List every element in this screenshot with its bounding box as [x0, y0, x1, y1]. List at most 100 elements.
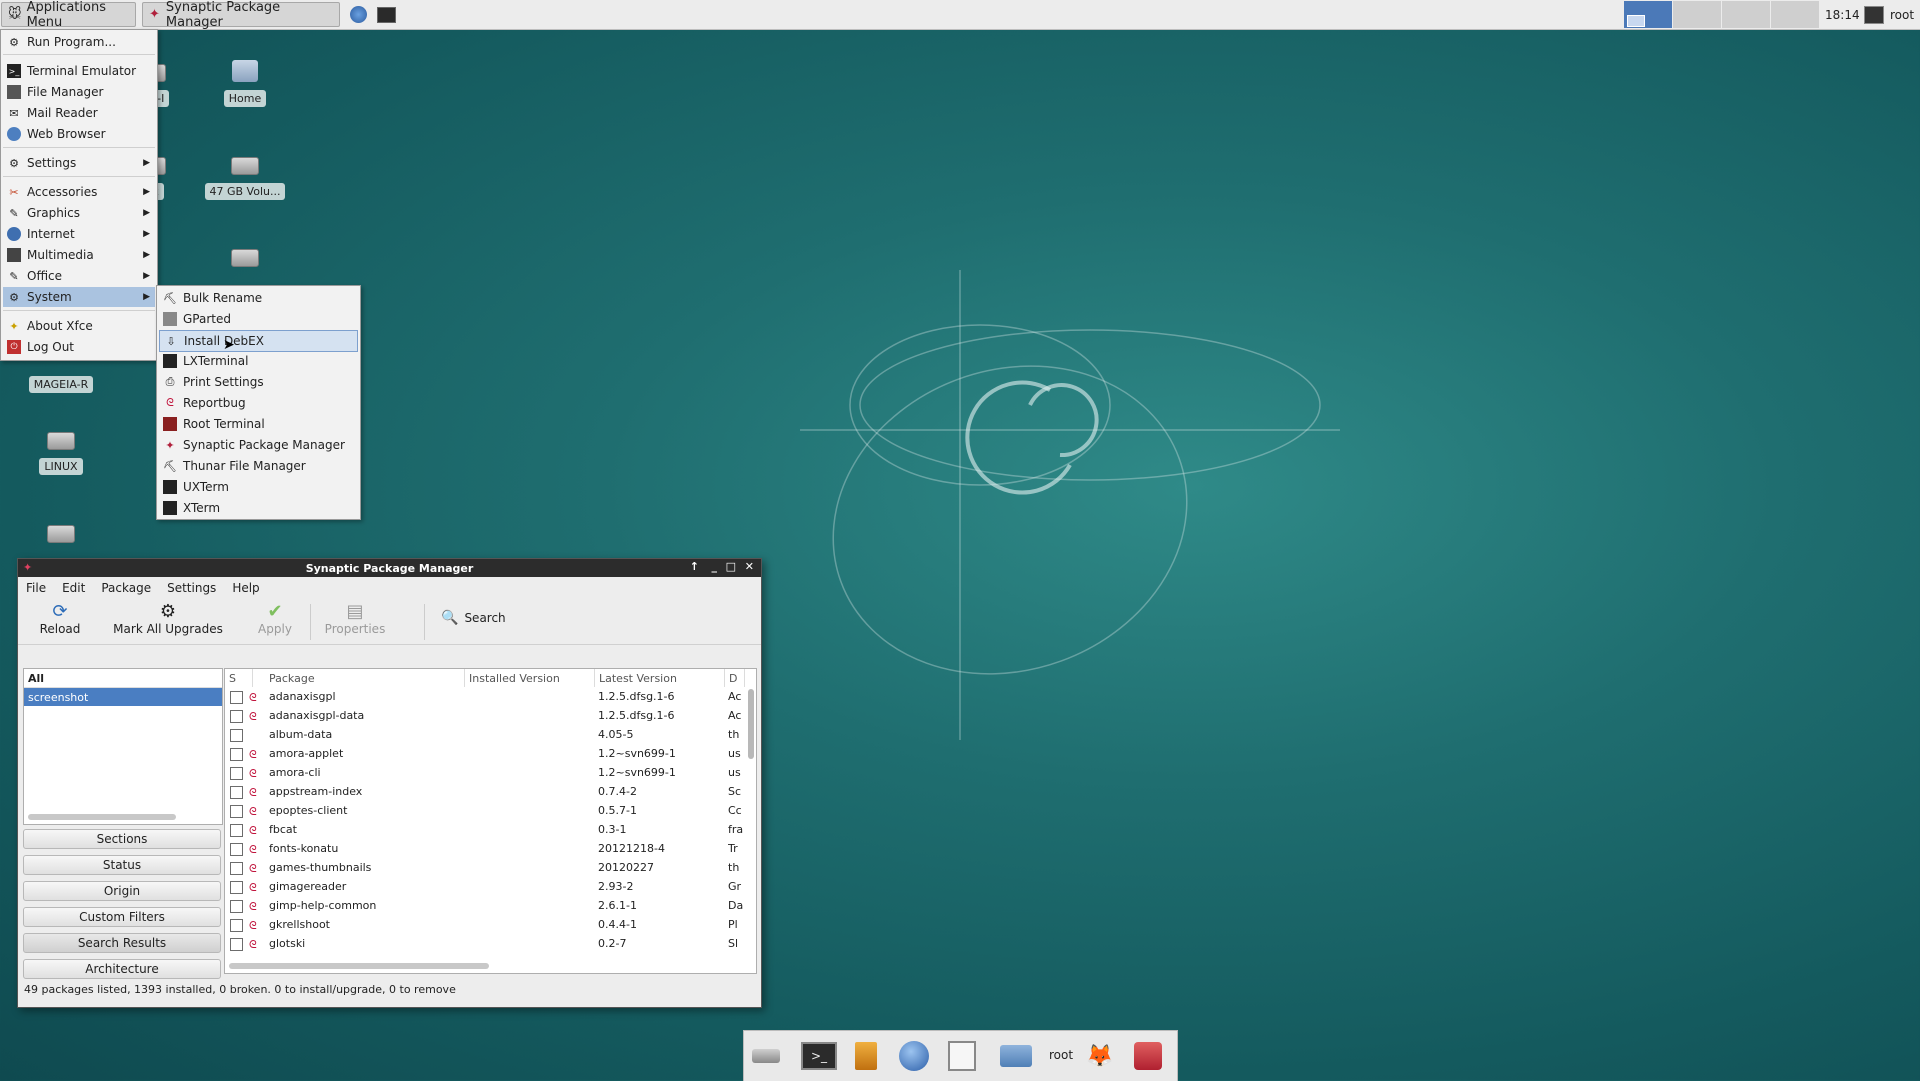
table-row[interactable]: album-data 4.05-5 th: [225, 726, 745, 745]
menu-help[interactable]: Help: [232, 581, 259, 595]
window-maximize-icon[interactable]: □: [726, 560, 736, 573]
menu-package[interactable]: Package: [101, 581, 151, 595]
properties-button[interactable]: ▤ Properties: [320, 600, 390, 637]
sections-button[interactable]: Sections: [23, 829, 221, 849]
folder-icon[interactable]: [998, 1039, 1034, 1073]
package-checkbox[interactable]: [230, 824, 243, 837]
origin-button[interactable]: Origin: [23, 881, 221, 901]
filter-item-screenshot[interactable]: screenshot: [24, 688, 222, 706]
column-latest-version[interactable]: Latest Version: [595, 669, 725, 687]
gimp-icon[interactable]: 🦊: [1082, 1039, 1118, 1073]
column-status[interactable]: S: [225, 669, 253, 687]
workspace-4[interactable]: [1771, 1, 1820, 28]
column-package[interactable]: Package: [265, 669, 465, 687]
menu-item-about-xfce[interactable]: ✦ About Xfce: [3, 316, 155, 336]
package-checkbox[interactable]: [230, 691, 243, 704]
desktop-icon-47gb-volume[interactable]: 47 GB Volu...: [202, 157, 288, 200]
menu-settings[interactable]: Settings: [167, 581, 216, 595]
terminal-launcher-icon[interactable]: [375, 2, 397, 27]
menu-item-gparted[interactable]: GParted: [159, 309, 358, 329]
user-name[interactable]: root: [1888, 2, 1920, 27]
menu-item-accessories[interactable]: ✂ Accessories ▶: [3, 182, 155, 202]
architecture-button[interactable]: Architecture: [23, 959, 221, 979]
clock[interactable]: 18:14: [1822, 2, 1860, 27]
menu-item-file-manager[interactable]: File Manager: [3, 82, 155, 102]
table-row[interactable]: ᘓ glotski 0.2-7 Sl: [225, 935, 745, 954]
menu-item-graphics[interactable]: ✎ Graphics ▶: [3, 203, 155, 223]
vertical-scrollbar[interactable]: [748, 689, 754, 759]
show-desktop-icon[interactable]: [748, 1039, 784, 1073]
menu-item-lxterminal[interactable]: LXTerminal: [159, 351, 358, 371]
package-checkbox[interactable]: [230, 862, 243, 875]
table-row[interactable]: ᘓ gkrellshoot 0.4.4-1 Pl: [225, 916, 745, 935]
custom-filters-button[interactable]: Custom Filters: [23, 907, 221, 927]
terminal-icon[interactable]: >_: [801, 1039, 837, 1073]
horizontal-scrollbar[interactable]: [229, 963, 489, 969]
table-row[interactable]: ᘓ amora-applet 1.2~svn699-1 us: [225, 745, 745, 764]
window-close-icon[interactable]: ✕: [745, 560, 754, 573]
menu-item-terminal-emulator[interactable]: >_ Terminal Emulator: [3, 61, 155, 81]
menu-item-synaptic[interactable]: ✦ Synaptic Package Manager: [159, 435, 358, 455]
menu-item-thunar[interactable]: ⛏ Thunar File Manager: [159, 456, 358, 476]
reload-button[interactable]: ⟳ Reload: [30, 600, 90, 637]
package-checkbox[interactable]: [230, 729, 243, 742]
desktop-icon-drive[interactable]: [18, 525, 104, 543]
file-manager-icon[interactable]: [848, 1039, 884, 1073]
package-checkbox[interactable]: [230, 748, 243, 761]
menu-item-xterm[interactable]: XTerm: [159, 498, 358, 518]
table-row[interactable]: ᘓ games-thumbnails 20120227 th: [225, 859, 745, 878]
package-checkbox[interactable]: [230, 710, 243, 723]
synaptic-package-icon[interactable]: [1130, 1039, 1166, 1073]
menu-item-internet[interactable]: Internet ▶: [3, 224, 155, 244]
desktop-icon-drive[interactable]: [202, 249, 288, 267]
menu-item-reportbug[interactable]: ᘓ Reportbug: [159, 393, 358, 413]
globe-launcher-icon[interactable]: [347, 2, 369, 27]
menu-item-bulk-rename[interactable]: ⛏ Bulk Rename: [159, 288, 358, 308]
menu-item-log-out[interactable]: ⏻ Log Out: [3, 337, 155, 357]
table-row[interactable]: ᘓ epoptes-client 0.5.7-1 Cc: [225, 802, 745, 821]
menu-item-system[interactable]: ⚙ System ▶: [3, 287, 155, 307]
menu-item-root-terminal[interactable]: Root Terminal: [159, 414, 358, 434]
desktop-icon-linux[interactable]: LINUX: [18, 432, 104, 475]
desktop-icon-home[interactable]: Home: [202, 60, 288, 107]
filter-column-header[interactable]: All: [24, 669, 222, 688]
table-row[interactable]: ᘓ amora-cli 1.2~svn699-1 us: [225, 764, 745, 783]
workspace-3[interactable]: [1722, 1, 1771, 28]
menu-item-mail-reader[interactable]: ✉ Mail Reader: [3, 103, 155, 123]
package-checkbox[interactable]: [230, 881, 243, 894]
mark-all-upgrades-button[interactable]: ⚙ Mark All Upgrades: [110, 600, 226, 637]
table-row[interactable]: ᘓ adanaxisgpl 1.2.5.dfsg.1-6 Ac: [225, 688, 745, 707]
search-icon[interactable]: [944, 1039, 980, 1073]
package-checkbox[interactable]: [230, 900, 243, 913]
web-browser-icon[interactable]: [896, 1039, 932, 1073]
package-checkbox[interactable]: [230, 843, 243, 856]
workspace-1[interactable]: [1624, 1, 1673, 28]
apply-button[interactable]: ✔ Apply: [250, 600, 300, 637]
menu-item-web-browser[interactable]: Web Browser: [3, 124, 155, 144]
menu-item-print-settings[interactable]: ⎙ Print Settings: [159, 372, 358, 392]
desktop-icon-mageia-r[interactable]: MAGEIA-R: [18, 368, 104, 393]
menu-item-settings[interactable]: ⚙ Settings ▶: [3, 153, 155, 173]
table-row[interactable]: ᘓ adanaxisgpl-data 1.2.5.dfsg.1-6 Ac: [225, 707, 745, 726]
menu-item-install-debex[interactable]: ⇩ Install DebEX: [159, 330, 358, 352]
window-keep-above-icon[interactable]: ↑: [690, 560, 699, 573]
window-minimize-icon[interactable]: _: [712, 560, 718, 573]
synaptic-titlebar[interactable]: ✦ Synaptic Package Manager ↑ _ □ ✕: [18, 559, 761, 577]
search-results-button[interactable]: Search Results: [23, 933, 221, 953]
package-checkbox[interactable]: [230, 919, 243, 932]
package-checkbox[interactable]: [230, 805, 243, 818]
table-row[interactable]: ᘓ appstream-index 0.7.4-2 Sc: [225, 783, 745, 802]
menu-item-uxterm[interactable]: UXTerm: [159, 477, 358, 497]
menu-item-run-program[interactable]: ⚙ Run Program...: [3, 32, 155, 52]
menu-item-office[interactable]: ✎ Office ▶: [3, 266, 155, 286]
menu-item-multimedia[interactable]: Multimedia ▶: [3, 245, 155, 265]
package-checkbox[interactable]: [230, 786, 243, 799]
column-description[interactable]: D: [725, 669, 745, 687]
package-checkbox[interactable]: [230, 938, 243, 951]
search-button[interactable]: 🔍 Search: [441, 610, 506, 626]
horizontal-scrollbar[interactable]: [28, 814, 176, 820]
user-switch-icon[interactable]: [1862, 2, 1886, 27]
menu-file[interactable]: File: [26, 581, 46, 595]
table-row[interactable]: ᘓ gimagereader 2.93-2 Gr: [225, 878, 745, 897]
column-installed-version[interactable]: Installed Version: [465, 669, 595, 687]
